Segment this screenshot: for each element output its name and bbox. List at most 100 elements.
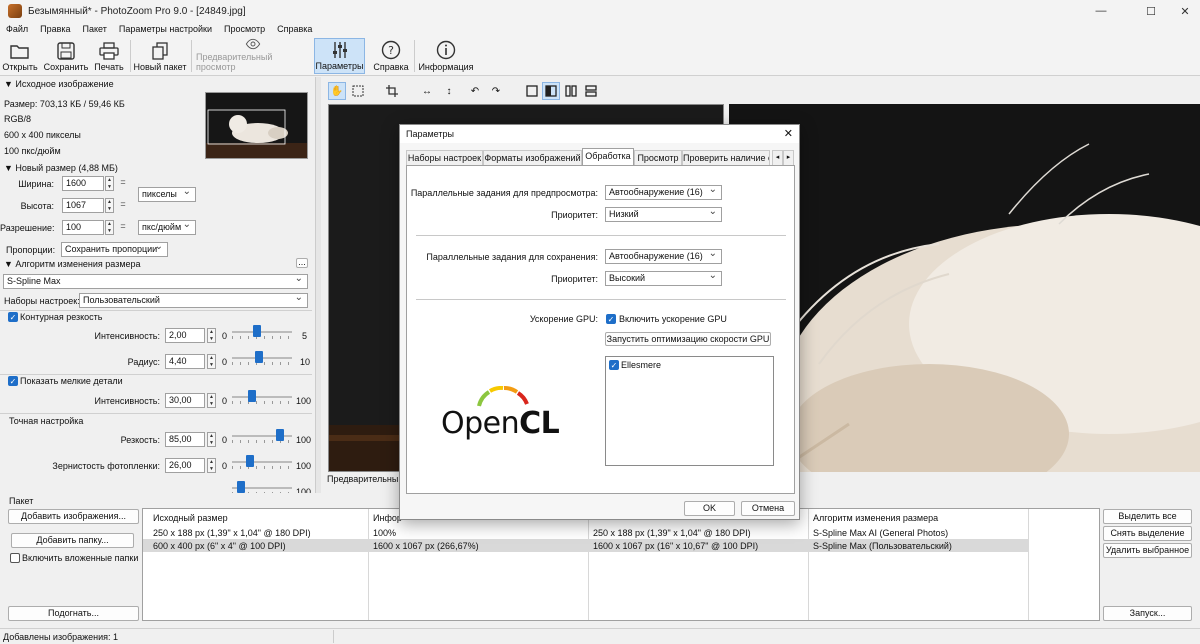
gpu-device-list[interactable]: ✓ Ellesmere [605, 356, 774, 466]
grain-spinner[interactable]: ▲ ▼ [207, 458, 216, 473]
grain-input[interactable]: 26,00 [165, 458, 205, 473]
ok-button[interactable]: OK [684, 501, 735, 516]
resolution-spinner[interactable]: ▲ ▼ [105, 220, 114, 235]
new-size-header[interactable]: ▼ Новый размер (4,88 МБ) [4, 163, 118, 173]
det-intensity-spinner[interactable]: ▲ ▼ [207, 393, 216, 408]
crop-tool-icon[interactable] [383, 82, 401, 100]
height-input[interactable]: 1067 [62, 198, 104, 213]
gpu-device-checkbox[interactable]: ✓ [609, 360, 619, 370]
split-view-icon[interactable] [542, 82, 560, 100]
link-icon[interactable]: = [119, 177, 127, 189]
intensity-spinner[interactable]: ▲ ▼ [207, 328, 216, 343]
sharpness-spinner[interactable]: ▲ ▼ [207, 432, 216, 447]
source-thumbnail[interactable] [205, 92, 308, 159]
open-button[interactable]: Открыть [2, 38, 38, 74]
add-folder-button[interactable]: Добавить папку... [11, 533, 134, 548]
flip-horizontal-icon[interactable]: ↔ [418, 82, 436, 100]
close-button[interactable]: ✕ [1165, 0, 1200, 22]
details-checkbox[interactable]: ✓ [8, 376, 18, 386]
side-by-side-view-icon[interactable] [562, 82, 580, 100]
cancel-button[interactable]: Отмена [741, 501, 795, 516]
rotate-right-icon[interactable]: ↷ [487, 82, 505, 100]
det-intensity-slider[interactable] [232, 390, 292, 404]
source-image-header[interactable]: ▼ Исходное изображение [4, 79, 114, 89]
deselect-button[interactable]: Снять выделение [1103, 526, 1192, 541]
link-icon[interactable]: = [119, 199, 127, 211]
menu-edit[interactable]: Правка [34, 24, 76, 34]
link-icon[interactable]: = [119, 221, 127, 233]
info-button[interactable]: Информация [418, 38, 474, 74]
tab-presets[interactable]: Наборы настроек [406, 150, 483, 165]
intensity-slider-thumb[interactable] [253, 325, 261, 337]
save-button[interactable]: Сохранить [42, 38, 90, 74]
gpu-enable-checkbox[interactable]: ✓ [606, 314, 616, 324]
tab-updates[interactable]: Проверить наличие о [682, 150, 770, 165]
rotate-left-icon[interactable]: ↶ [466, 82, 484, 100]
radius-slider[interactable] [232, 351, 292, 365]
grain-slider[interactable] [232, 455, 292, 469]
gpu-optimize-button[interactable]: Запустить оптимизацию скорости GPU [605, 332, 771, 346]
stacked-view-icon[interactable] [582, 82, 600, 100]
include-subfolders-checkbox[interactable] [10, 553, 20, 563]
hand-tool-icon[interactable]: ✋ [328, 82, 346, 100]
contour-checkbox[interactable]: ✓ [8, 312, 18, 322]
remove-selected-button[interactable]: Удалить выбранное [1103, 543, 1192, 558]
tab-processing[interactable]: Обработка [582, 148, 634, 165]
fit-button[interactable]: Подогнать... [8, 606, 139, 621]
par-save-select[interactable]: Автообнаружение (16) [605, 247, 722, 264]
selection-tool-icon[interactable] [349, 82, 367, 100]
radius-slider-thumb[interactable] [255, 351, 263, 363]
det-intensity-slider-thumb[interactable] [248, 390, 256, 402]
radius-input[interactable]: 4,40 [165, 354, 205, 369]
panel-scrollbar[interactable] [315, 77, 321, 497]
params-button[interactable]: Параметры [314, 38, 365, 74]
tab-scroll-right-icon[interactable]: ▸ [783, 150, 794, 165]
width-input[interactable]: 1600 [62, 176, 104, 191]
menu-settings[interactable]: Параметры настройки [113, 24, 218, 34]
sharpness-input[interactable]: 85,00 [165, 432, 205, 447]
par-preview-select[interactable]: Автообнаружение (16) [605, 183, 722, 200]
width-spinner[interactable]: ▲ ▼ [105, 176, 114, 191]
algorithm-header[interactable]: ▼ Алгоритм изменения размера [4, 259, 141, 269]
intensity-slider[interactable] [232, 325, 292, 339]
intensity-input[interactable]: 2,00 [165, 328, 205, 343]
minimize-button[interactable]: — [1081, 0, 1121, 22]
priority1-select[interactable]: Низкий [605, 205, 722, 222]
preview-button[interactable]: Предварительный просмотр [196, 38, 310, 74]
add-images-button[interactable]: Добавить изображения... [8, 509, 139, 524]
dialog-close-button[interactable]: ✕ [784, 127, 793, 140]
sharpness-slider-thumb[interactable] [276, 429, 284, 441]
flip-vertical-icon[interactable]: ↕ [440, 82, 458, 100]
column-header[interactable]: Алгоритм изменения размера [813, 513, 938, 523]
preset-select[interactable]: Пользовательский [79, 291, 308, 308]
table-row[interactable]: 600 x 400 px (6" x 4" @ 100 DPI) 1600 x … [143, 539, 1029, 552]
help-button[interactable]: ? Справка [371, 38, 411, 74]
single-view-icon[interactable] [523, 82, 541, 100]
new-batch-button[interactable]: Новый пакет [133, 38, 187, 74]
priority2-select[interactable]: Высокий [605, 269, 722, 286]
height-spinner[interactable]: ▲ ▼ [105, 198, 114, 213]
radius-spinner[interactable]: ▲ ▼ [207, 354, 216, 369]
extra-slider-thumb[interactable] [237, 481, 245, 493]
menu-view[interactable]: Просмотр [218, 24, 271, 34]
menu-batch[interactable]: Пакет [77, 24, 113, 34]
column-header[interactable]: Инфор [373, 513, 402, 523]
tab-view[interactable]: Просмотр [634, 150, 682, 165]
proportions-select[interactable]: Сохранить пропорции [61, 240, 168, 257]
column-header[interactable]: Исходный размер [153, 513, 228, 523]
grain-slider-thumb[interactable] [246, 455, 254, 467]
unit-select[interactable]: пикселы [138, 185, 196, 202]
batch-table[interactable]: Исходный размер Инфор Алгоритм изменения… [142, 508, 1100, 621]
tab-formats[interactable]: Форматы изображений [483, 150, 582, 165]
algorithm-more-button[interactable]: ... [296, 258, 308, 268]
tab-scroll-left-icon[interactable]: ◂ [772, 150, 783, 165]
menu-help[interactable]: Справка [271, 24, 318, 34]
menu-file[interactable]: Файл [0, 24, 34, 34]
method-select[interactable]: S-Spline Max [3, 272, 308, 289]
resolution-input[interactable]: 100 [62, 220, 104, 235]
print-button[interactable]: Печать [92, 38, 126, 74]
table-row[interactable]: 250 x 188 px (1,39" x 1,04" @ 180 DPI) 1… [143, 526, 1099, 539]
resolution-unit-select[interactable]: пкс/дюйм [138, 218, 196, 235]
select-all-button[interactable]: Выделить все [1103, 509, 1192, 524]
run-button[interactable]: Запуск... [1103, 606, 1192, 621]
